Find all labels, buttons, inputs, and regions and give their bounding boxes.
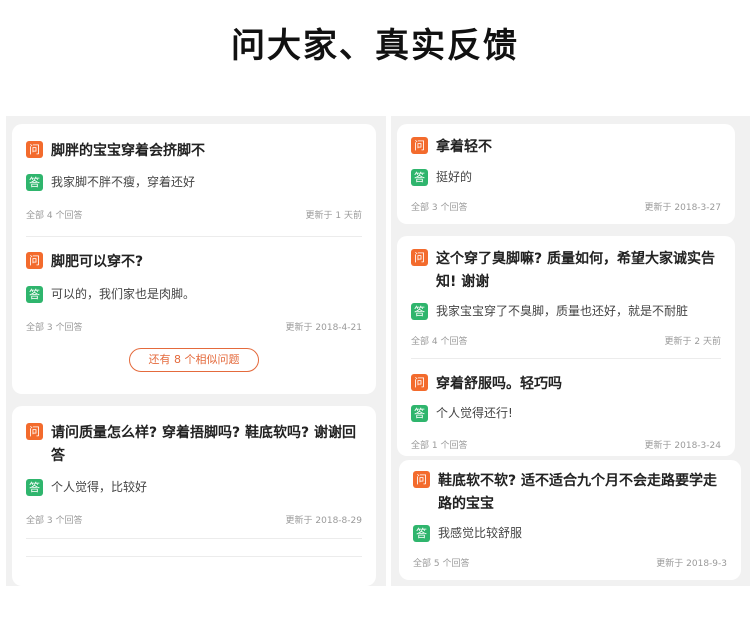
answer-text: 我家宝宝穿了不臭脚，质量也还好，就是不耐脏 [436,304,689,318]
answer-count[interactable]: 全部 3 个回答 [26,513,82,526]
question-text[interactable]: 脚肥可以穿不? [51,251,143,274]
question-badge: 问 [411,137,428,154]
question-badge: 问 [411,374,428,391]
question-text[interactable]: 鞋底软不软? 适不适合九个月不会走路要学走路的宝宝 [438,470,727,516]
updated-time: 更新于 2018-3-27 [644,203,721,213]
answer-badge: 答 [26,479,43,496]
updated-time: 更新于 2018-4-21 [285,323,362,333]
answer-text: 可以的，我们家也是肉脚。 [51,287,196,301]
question-badge: 问 [26,141,43,158]
divider [26,556,362,557]
answer-text: 个人觉得，比较好 [51,480,148,494]
qa-item[interactable]: 问 穿着舒服吗。轻巧吗 答 个人觉得还行! 全部 1 个回答 更新于 2018-… [397,358,735,456]
right-qa-panel: 问 拿着轻不 答 挺好的 全部 3 个回答 更新于 2018-3-27 问 这个… [391,116,750,586]
answer-badge: 答 [411,303,428,320]
updated-time: 更新于 2 天前 [664,337,721,347]
answer-text: 我感觉比较舒服 [438,526,523,540]
answer-count[interactable]: 全部 4 个回答 [26,208,82,221]
updated-time: 更新于 2018-8-29 [285,516,362,526]
answer-text: 挺好的 [436,170,473,184]
qa-item[interactable]: 问 脚肥可以穿不? 答 可以的，我们家也是肉脚。 全部 3 个回答 更新于 20… [12,236,376,346]
left-qa-panel: 问 脚胖的宝宝穿着会挤脚不 答 我家脚不胖不瘦，穿着还好 全部 4 个回答 更新… [6,116,386,586]
answer-count[interactable]: 全部 4 个回答 [411,334,467,347]
answer-badge: 答 [26,174,43,191]
question-text[interactable]: 拿着轻不 [436,136,492,159]
page-title: 问大家、真实反馈 [231,26,519,66]
qa-card: 问 拿着轻不 答 挺好的 全部 3 个回答 更新于 2018-3-27 [397,124,735,224]
question-text[interactable]: 穿着舒服吗。轻巧吗 [436,373,562,396]
question-badge: 问 [26,252,43,269]
qa-item[interactable]: 问 请问质量怎么样? 穿着捂脚吗? 鞋底软吗? 谢谢回答 答 个人觉得，比较好 … [12,406,376,526]
qa-card: 问 鞋底软不软? 适不适合九个月不会走路要学走路的宝宝 答 我感觉比较舒服 全部… [399,460,741,580]
divider [26,538,362,539]
qa-card: 问 这个穿了臭脚嘛? 质量如何，希望大家诚实告知! 谢谢 答 我家宝宝穿了不臭脚… [397,236,735,456]
qa-card: 问 脚胖的宝宝穿着会挤脚不 答 我家脚不胖不瘦，穿着还好 全部 4 个回答 更新… [12,124,376,394]
answer-count[interactable]: 全部 5 个回答 [413,556,469,569]
question-text[interactable]: 请问质量怎么样? 穿着捂脚吗? 鞋底软吗? 谢谢回答 [51,422,362,468]
answer-text: 个人觉得还行! [436,406,513,420]
answer-badge: 答 [411,169,428,186]
updated-time: 更新于 2018-3-24 [644,441,721,451]
qa-item[interactable]: 问 这个穿了臭脚嘛? 质量如何，希望大家诚实告知! 谢谢 答 我家宝宝穿了不臭脚… [397,236,735,356]
answer-text: 我家脚不胖不瘦，穿着还好 [51,175,196,189]
qa-item[interactable]: 问 鞋底软不软? 适不适合九个月不会走路要学走路的宝宝 答 我感觉比较舒服 全部… [399,460,741,580]
answer-count[interactable]: 全部 1 个回答 [411,438,467,451]
question-text[interactable]: 这个穿了臭脚嘛? 质量如何，希望大家诚实告知! 谢谢 [436,248,721,294]
updated-time: 更新于 2018-9-3 [656,559,727,569]
question-badge: 问 [411,249,428,266]
question-badge: 问 [413,471,430,488]
answer-badge: 答 [413,525,430,542]
answer-count[interactable]: 全部 3 个回答 [411,200,467,213]
answer-badge: 答 [411,405,428,422]
question-text[interactable]: 脚胖的宝宝穿着会挤脚不 [51,140,205,163]
qa-item[interactable]: 问 脚胖的宝宝穿着会挤脚不 答 我家脚不胖不瘦，穿着还好 全部 4 个回答 更新… [12,124,376,234]
qa-card: 问 请问质量怎么样? 穿着捂脚吗? 鞋底软吗? 谢谢回答 答 个人觉得，比较好 … [12,406,376,586]
answer-badge: 答 [26,286,43,303]
answer-count[interactable]: 全部 3 个回答 [26,320,82,333]
updated-time: 更新于 1 天前 [305,211,362,221]
question-badge: 问 [26,423,43,440]
similar-questions-button[interactable]: 还有 8 个相似问题 [129,348,259,372]
qa-item[interactable]: 问 拿着轻不 答 挺好的 全部 3 个回答 更新于 2018-3-27 [397,124,735,224]
